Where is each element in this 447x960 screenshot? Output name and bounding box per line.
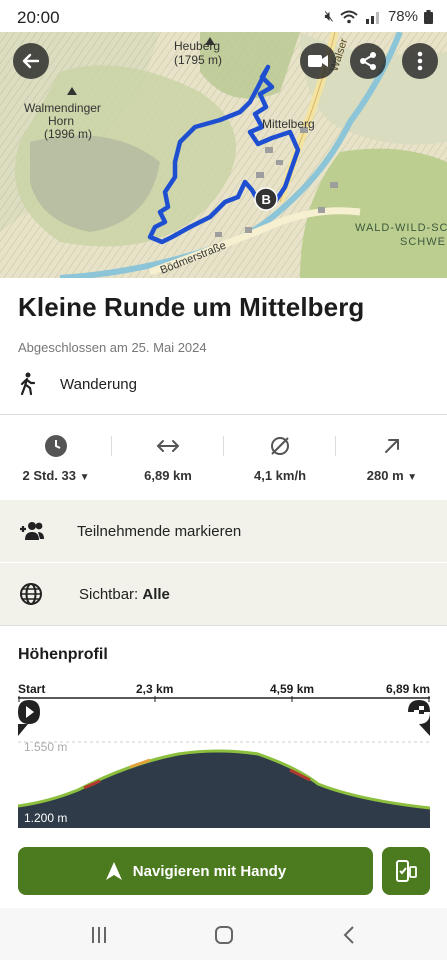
navigate-button-label: Navigieren mit Handy — [132, 862, 287, 880]
elevation-chart[interactable]: 1.550 m 1.200 m — [18, 696, 430, 828]
divider — [0, 414, 447, 415]
video-camera-icon — [308, 55, 328, 67]
visibility-label: Sichtbar: — [79, 585, 139, 603]
add-people-icon — [20, 522, 44, 540]
route-map[interactable]: Heuberg (1795 m) Walmendinger Horn (1996… — [0, 32, 447, 278]
signal-icon — [365, 11, 379, 24]
end-marker-label: B — [262, 192, 271, 207]
divider — [0, 625, 447, 626]
status-bar: 20:00 🔇︎ 78% — [0, 0, 447, 36]
home-icon[interactable] — [214, 925, 234, 945]
map-label-wald1: WALD-WILD-SC — [355, 222, 447, 234]
profile-x-axis: Start 2,3 km 4,59 km 6,89 km — [18, 682, 430, 696]
x-tick-label: Start — [18, 682, 46, 696]
caret-down-icon: ▼ — [407, 472, 418, 483]
navigation-arrow-icon — [105, 862, 122, 880]
clock-icon — [45, 435, 67, 457]
system-nav-bar — [0, 908, 447, 960]
wifi-icon — [340, 10, 358, 23]
arrow-up-right-icon — [385, 439, 399, 453]
mute-icon: 🔇︎ — [324, 8, 334, 25]
globe-icon — [20, 583, 42, 605]
start-flag-icon — [18, 700, 40, 736]
status-time: 20:00 — [17, 8, 60, 27]
share-icon — [360, 52, 376, 70]
stat-duration-value: 2 Std. 33 — [22, 468, 76, 483]
send-to-device-button[interactable] — [382, 847, 430, 895]
map-label-horn-elev: (1996 m) — [44, 127, 92, 141]
average-icon — [271, 437, 289, 455]
video-button[interactable] — [300, 43, 336, 79]
map-label-horn: Horn — [48, 114, 74, 128]
x-tick-label: 4,59 km — [270, 682, 315, 696]
hiker-icon — [20, 372, 36, 396]
y-tick-label: 1.200 m — [24, 811, 67, 825]
back-nav-icon[interactable] — [342, 925, 356, 945]
elevation-profile-title: Höhenprofil — [18, 646, 108, 663]
stat-speed-value: 4,1 km/h — [253, 468, 307, 483]
stat-distance: 6,89 km — [112, 432, 224, 483]
mark-participants-label: Teilnehmende markieren — [77, 522, 242, 540]
map-label-walmendinger: Walmendinger — [24, 101, 101, 115]
arrow-left-icon — [22, 53, 40, 69]
stat-elevation-value: 280 m — [366, 468, 404, 483]
finish-flag-icon — [408, 700, 430, 736]
x-tick-label: 2,3 km — [136, 682, 174, 696]
more-button[interactable] — [402, 43, 438, 79]
back-button[interactable] — [13, 43, 49, 79]
map-label-heuberg-elev: (1795 m) — [174, 53, 222, 67]
stat-speed: 4,1 km/h — [224, 432, 336, 483]
status-icons: 🔇︎ 78% — [325, 8, 433, 25]
activity-type: Wanderung — [18, 372, 137, 396]
visibility-value: Alle — [142, 585, 170, 603]
map-label-wald2: SCHWE — [400, 236, 446, 248]
visibility-row[interactable]: Sichtbar: Alle — [0, 563, 447, 625]
device-sync-icon — [396, 860, 417, 882]
activity-label: Wanderung — [60, 375, 137, 393]
tour-title: Kleine Runde um Mittelberg — [18, 292, 365, 322]
more-vertical-icon — [417, 51, 423, 71]
y-tick-label: 1.550 m — [24, 740, 67, 754]
horizontal-arrows-icon — [156, 440, 180, 452]
completed-date: Abgeschlossen am 25. Mai 2024 — [18, 340, 207, 355]
map-label-heuberg: Heuberg — [174, 39, 220, 53]
navigate-button[interactable]: Navigieren mit Handy — [18, 847, 373, 895]
x-tick-label: 6,89 km — [385, 682, 430, 696]
map-label-mittelberg: Mittelberg — [262, 117, 315, 131]
stat-duration[interactable]: 2 Std. 33 ▼ — [0, 432, 112, 483]
caret-down-icon: ▼ — [79, 472, 90, 483]
stat-distance-value: 6,89 km — [144, 468, 192, 483]
battery-icon — [424, 9, 433, 24]
battery-text: 78% — [387, 8, 418, 25]
share-button[interactable] — [350, 43, 386, 79]
recent-apps-icon[interactable] — [90, 926, 108, 944]
mark-participants-row[interactable]: Teilnehmende markieren — [0, 500, 447, 562]
stat-elevation[interactable]: 280 m ▼ — [336, 432, 447, 483]
